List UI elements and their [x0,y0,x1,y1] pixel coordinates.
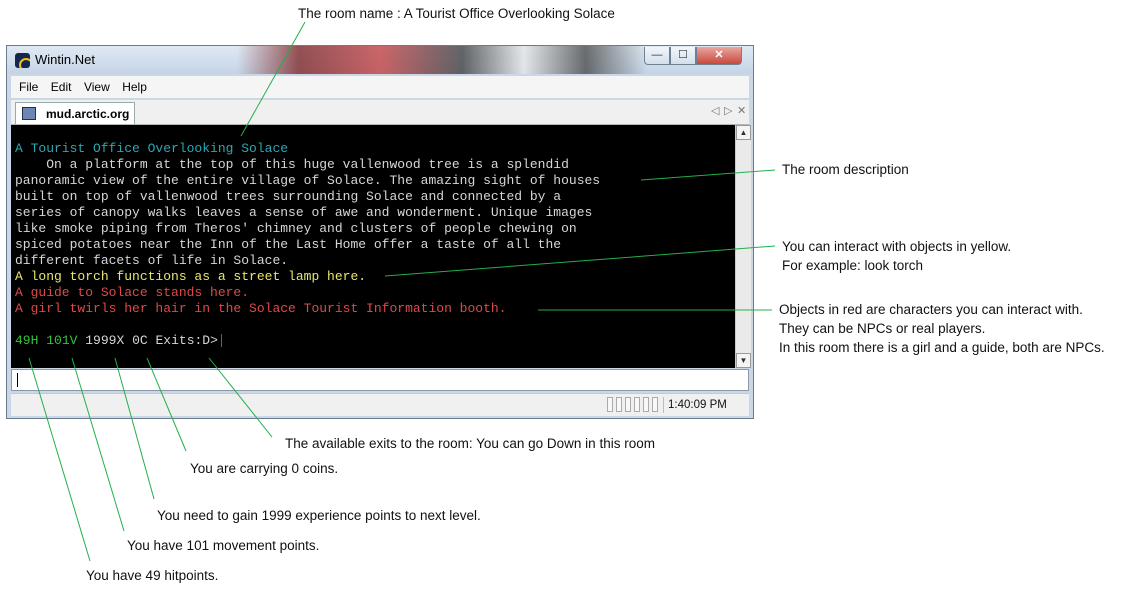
annotation-hitpoints: You have 49 hitpoints. [86,568,219,583]
menu-file[interactable]: File [19,80,38,94]
annotation-room-name: The room name : A Tourist Office Overloo… [298,6,615,21]
room-description-line: spiced potatoes near the Inn of the Last… [15,237,562,252]
room-description-line: On a platform at the top of this huge va… [15,157,569,172]
status-clock: 1:40:09 PM [663,397,748,413]
maximize-button[interactable]: ☐ [670,47,696,65]
scroll-down-icon[interactable]: ▼ [736,353,751,368]
annotation-room-description: The room description [782,162,909,177]
annotation-characters-line3: In this room there is a girl and a guide… [779,340,1105,355]
window-title: Wintin.Net [35,52,95,67]
tab-next-icon[interactable]: ▷ [724,104,732,117]
vertical-scrollbar[interactable]: ▲ ▼ [735,125,751,368]
tab-label: mud.arctic.org [46,107,130,121]
room-name: A Tourist Office Overlooking Solace [15,141,289,156]
status-bar: 1:40:09 PM [11,393,749,416]
tab-close-icon[interactable]: ✕ [737,104,746,117]
minimize-button[interactable]: — [644,47,670,65]
command-input[interactable] [11,369,749,391]
terminal-icon [22,107,36,120]
room-description-line: built on top of vallenwood trees surroun… [15,189,562,204]
prompt-hitpoints: 49H [15,333,39,348]
app-logo-icon [15,53,30,68]
room-description-line: different facets of life in Solace. [15,253,289,268]
status-segment [643,397,649,412]
character-guide-line: A guide to Solace stands here. [15,285,250,300]
tab-mud-session[interactable]: mud.arctic.org [15,102,135,124]
input-caret [17,373,18,387]
status-segment [625,397,631,412]
prompt-coins: 0C [132,333,148,348]
tab-prev-icon[interactable]: ◁ [711,104,719,117]
annotation-exits: The available exits to the room: You can… [285,436,655,451]
room-description-line: series of canopy walks leaves a sense of… [15,205,593,220]
app-window: Wintin.Net — ☐ ✕ File Edit View Help mud… [6,45,754,419]
annotation-characters-line1: Objects in red are characters you can in… [779,302,1083,317]
status-segment [634,397,640,412]
object-torch-line: A long torch functions as a street lamp … [15,269,367,284]
prompt-experience: 1999X [85,333,125,348]
annotation-coins: You are carrying 0 coins. [190,461,339,476]
title-bar-decoration [237,46,647,74]
menu-edit[interactable]: Edit [51,80,72,94]
status-segment [652,397,658,412]
scroll-up-icon[interactable]: ▲ [736,125,751,140]
status-segment [616,397,622,412]
status-segment [607,397,613,412]
annotation-objects-line1: You can interact with objects in yellow. [782,239,1012,254]
annotation-objects-line2: For example: look torch [782,258,924,273]
character-girl-line: A girl twirls her hair in the Solace Tou… [15,301,507,316]
annotation-movement: You have 101 movement points. [127,538,320,553]
prompt-movement: 101V [46,333,78,348]
room-description-line: like smoke piping from Theros' chimney a… [15,221,577,236]
terminal-output[interactable]: A Tourist Office Overlooking Solace On a… [11,125,735,368]
terminal-cursor [220,334,222,348]
room-description-line: panoramic view of the entire village of … [15,173,601,188]
annotation-experience: You need to gain 1999 experience points … [157,508,481,523]
status-prompt: 49H 101V 1999X 0C Exits:D> [15,333,222,349]
tab-strip: mud.arctic.org ◁ ▷ ✕ [11,100,749,125]
menu-help[interactable]: Help [122,80,147,94]
annotation-characters-line2: They can be NPCs or real players. [779,321,986,336]
close-window-button[interactable]: ✕ [696,47,742,65]
menu-view[interactable]: View [84,80,110,94]
prompt-exits: Exits:D> [155,333,218,348]
title-bar[interactable]: Wintin.Net — ☐ ✕ [7,46,753,74]
menu-bar: File Edit View Help [11,76,749,98]
